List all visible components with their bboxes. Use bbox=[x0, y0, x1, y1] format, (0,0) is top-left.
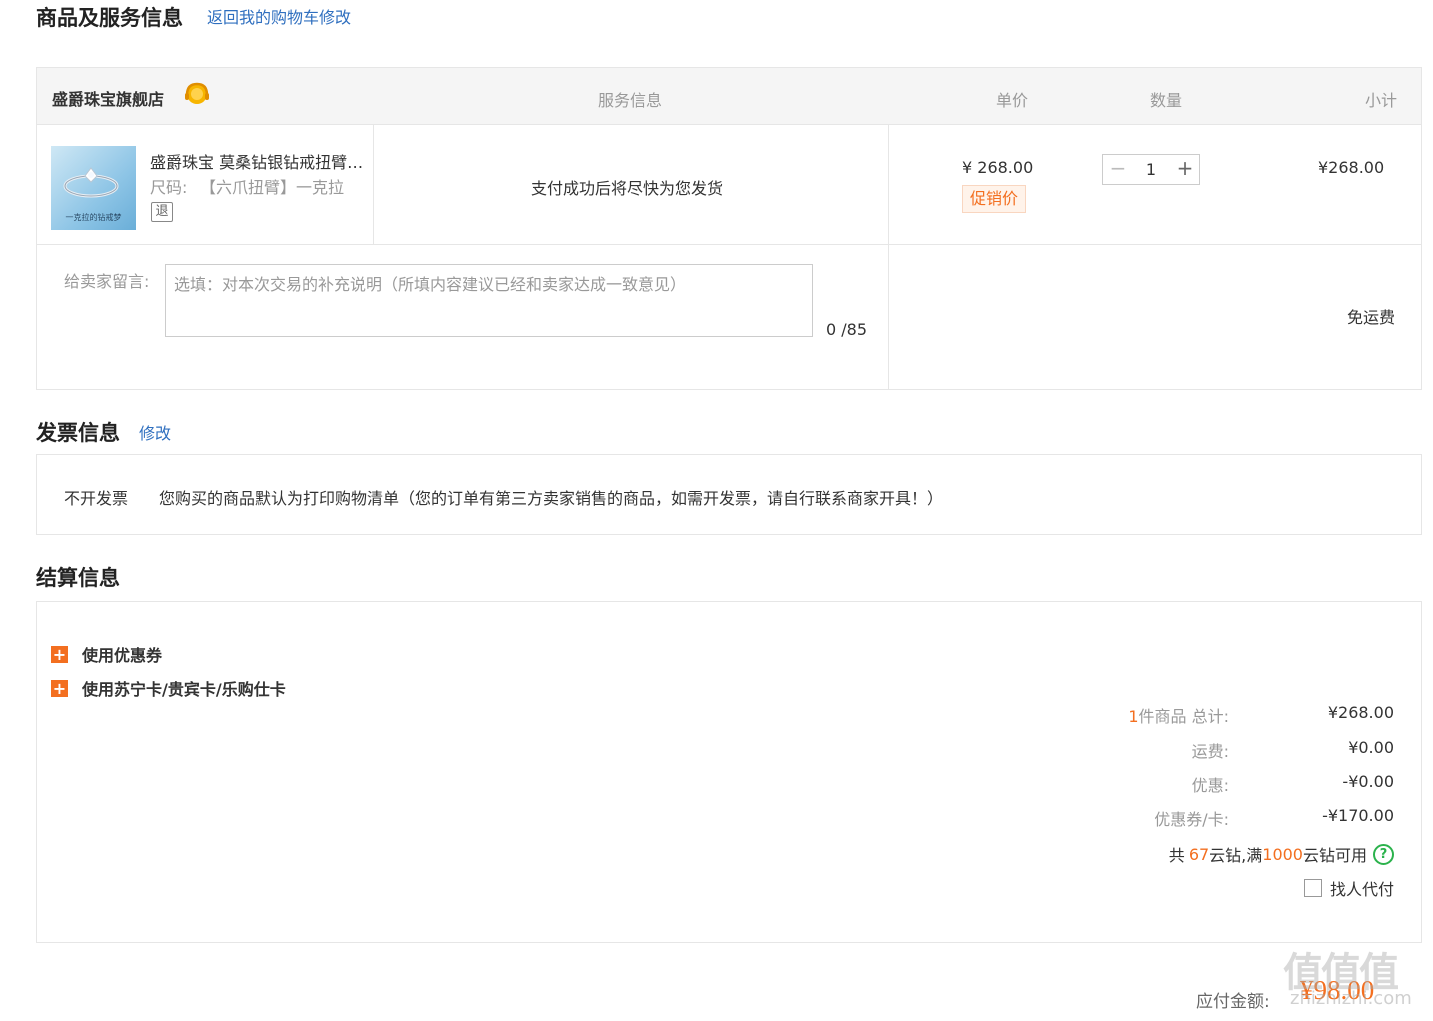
decrease-button[interactable]: − bbox=[1103, 155, 1133, 183]
quantity-stepper: − 1 + bbox=[1102, 154, 1200, 185]
shipping-value: ¥0.00 bbox=[1348, 738, 1394, 757]
settlement-box: + 使用优惠券 + 使用苏宁卡/贵宾卡/乐购仕卡 1件商品 总计: ¥268.0… bbox=[36, 601, 1422, 943]
settlement-title: 结算信息 bbox=[36, 566, 120, 590]
back-to-cart-link[interactable]: 返回我的购物车修改 bbox=[207, 4, 351, 28]
customer-service-icon[interactable] bbox=[183, 81, 211, 109]
return-icon: 退 bbox=[151, 202, 173, 222]
product-section-title: 商品及服务信息 bbox=[36, 6, 183, 30]
cloud-diamond-line: 共 67 云钻,满 1000 云钻可用 ? bbox=[1169, 842, 1394, 866]
size-label: 尺码: bbox=[150, 178, 188, 197]
item-count-label: 件商品 总计: bbox=[1138, 707, 1229, 726]
message-counter: 0 /85 bbox=[826, 320, 868, 339]
item-count-line: 1件商品 总计: bbox=[1128, 703, 1229, 727]
seller-message-input[interactable] bbox=[165, 264, 813, 337]
coupon-value: -¥170.00 bbox=[1322, 806, 1394, 825]
pay-for-me-option[interactable]: 找人代付 bbox=[1303, 876, 1394, 900]
size-value: 【六爪扭臂】一克拉 bbox=[200, 178, 345, 197]
use-card-label: 使用苏宁卡/贵宾卡/乐购仕卡 bbox=[82, 680, 286, 699]
use-coupon-option[interactable]: + 使用优惠券 bbox=[51, 642, 162, 666]
shipping-label: 运费: bbox=[1191, 742, 1229, 761]
use-card-option[interactable]: + 使用苏宁卡/贵宾卡/乐购仕卡 bbox=[51, 676, 286, 700]
help-icon[interactable]: ? bbox=[1373, 843, 1394, 865]
message-label: 给卖家留言: bbox=[64, 272, 150, 291]
coupon-label: 优惠券/卡: bbox=[1154, 810, 1229, 829]
header-service: 服务信息 bbox=[598, 91, 663, 110]
product-image[interactable]: 一克拉的钻戒梦 bbox=[51, 146, 136, 230]
service-text: 支付成功后将尽快为您发货 bbox=[531, 179, 724, 198]
header-subtotal: 小计 bbox=[1365, 91, 1398, 110]
promo-badge: 促销价 bbox=[962, 185, 1027, 213]
pay-for-me-checkbox[interactable] bbox=[1303, 879, 1322, 897]
quantity-input[interactable]: 1 bbox=[1133, 155, 1169, 184]
pay-for-me-label: 找人代付 bbox=[1329, 880, 1394, 899]
invoice-box: 不开发票 您购买的商品默认为打印购物清单（您的订单有第三方卖家销售的商品，如需开… bbox=[36, 454, 1422, 535]
table-header: 盛爵珠宝旗舰店 服务信息 单价 数量 小计 bbox=[37, 68, 1421, 125]
diamond-count: 67 bbox=[1188, 844, 1210, 864]
invoice-type: 不开发票 bbox=[64, 489, 129, 508]
invoice-edit-link[interactable]: 修改 bbox=[139, 420, 171, 444]
diamond-suffix: 云钻可用 bbox=[1302, 846, 1367, 865]
total-value: ¥268.00 bbox=[1327, 703, 1394, 722]
product-table: 盛爵珠宝旗舰店 服务信息 单价 数量 小计 一克拉的钻戒梦 盛爵珠宝 莫桑钻银钻… bbox=[36, 67, 1422, 390]
diamond-threshold: 1000 bbox=[1262, 844, 1303, 864]
invoice-title: 发票信息 bbox=[36, 421, 120, 445]
plus-square-icon: + bbox=[51, 644, 68, 664]
item-count: 1 bbox=[1128, 707, 1139, 726]
plus-square-icon: + bbox=[51, 678, 68, 698]
unit-price: ¥ 268.00 bbox=[962, 158, 1034, 177]
store-name[interactable]: 盛爵珠宝旗舰店 bbox=[52, 86, 164, 110]
payable-label: 应付金额: bbox=[1196, 992, 1270, 1012]
watermark-url: zhizhizhi.com bbox=[1290, 988, 1412, 1009]
invoice-note: 您购买的商品默认为打印购物清单（您的订单有第三方卖家销售的商品，如需开发票，请自… bbox=[159, 489, 944, 508]
use-coupon-label: 使用优惠券 bbox=[82, 646, 163, 665]
discount-label: 优惠: bbox=[1191, 776, 1229, 795]
diamond-mid: 云钻,满 bbox=[1209, 846, 1263, 865]
diamond-prefix: 共 bbox=[1168, 846, 1185, 865]
increase-button[interactable]: + bbox=[1170, 155, 1200, 183]
product-image-caption: 一克拉的钻戒梦 bbox=[65, 213, 122, 222]
discount-value: -¥0.00 bbox=[1342, 772, 1394, 791]
product-name[interactable]: 盛爵珠宝 莫桑钻银钻戒扭臂… bbox=[150, 149, 372, 173]
header-quantity: 数量 bbox=[1150, 91, 1183, 110]
header-unit-price: 单价 bbox=[996, 91, 1029, 110]
item-subtotal: ¥268.00 bbox=[1318, 158, 1385, 177]
free-shipping-text: 免运费 bbox=[1347, 308, 1396, 327]
